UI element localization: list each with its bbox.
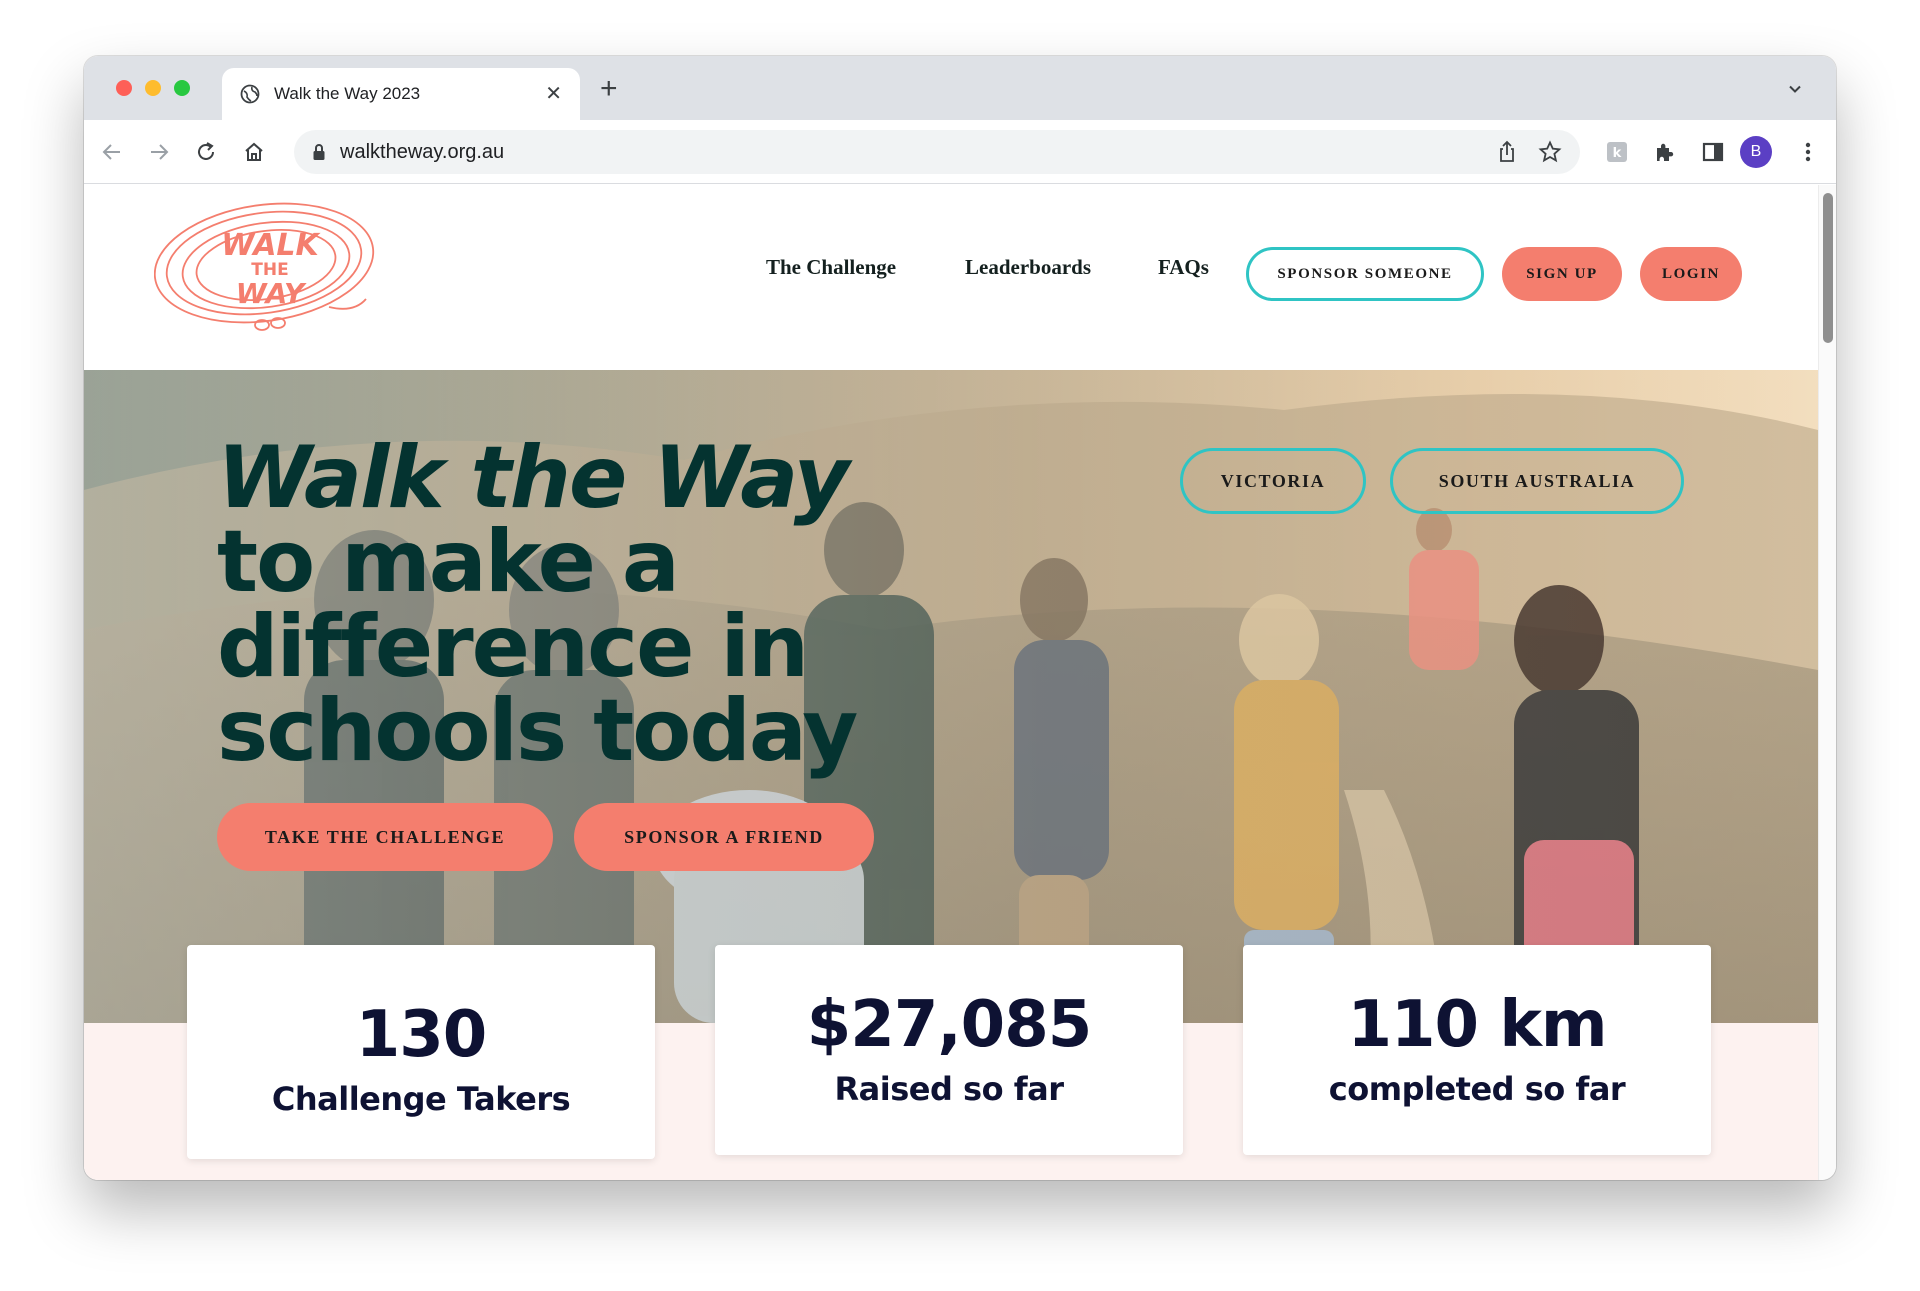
stat-value: 110 km <box>1347 988 1607 1062</box>
stat-value: $27,085 <box>806 988 1093 1062</box>
stat-card-challenge-takers: 130 Challenge Takers <box>187 945 655 1159</box>
site-header: WALK THE WAY The Challenge Leaderboards … <box>84 185 1818 370</box>
take-the-challenge-button[interactable]: TAKE THE CHALLENGE <box>217 803 553 871</box>
new-tab-button[interactable]: + <box>600 74 618 104</box>
bookmark-star-icon[interactable] <box>1538 140 1562 164</box>
close-window-button[interactable] <box>116 80 132 96</box>
browser-toolbar: walktheway.org.au k B <box>84 120 1836 184</box>
nav-the-challenge[interactable]: The Challenge <box>766 255 896 280</box>
side-panel-icon[interactable] <box>1701 140 1725 164</box>
stat-card-km-completed: 110 km completed so far <box>1243 945 1711 1155</box>
profile-avatar[interactable]: B <box>1740 136 1772 168</box>
headline-line-4: schools today <box>217 680 858 781</box>
sponsor-a-friend-button[interactable]: SPONSOR A FRIEND <box>574 803 874 871</box>
address-bar[interactable]: walktheway.org.au <box>294 130 1580 174</box>
scrollbar-thumb[interactable] <box>1823 193 1833 343</box>
stat-label: Raised so far <box>834 1070 1064 1108</box>
svg-text:k: k <box>1613 146 1622 161</box>
nav-leaderboards[interactable]: Leaderboards <box>965 255 1091 280</box>
minimize-window-button[interactable] <box>145 80 161 96</box>
browser-window: Walk the Way 2023 ✕ + walktheway.org.au <box>84 56 1836 1180</box>
headline-line-3: difference in <box>217 596 809 697</box>
stat-card-raised: $27,085 Raised so far <box>715 945 1183 1155</box>
tab-strip: Walk the Way 2023 ✕ + <box>84 56 1836 120</box>
headline-line-2: to make a <box>217 512 680 613</box>
share-icon[interactable] <box>1496 140 1518 164</box>
forward-icon[interactable] <box>147 140 171 164</box>
back-icon[interactable] <box>100 140 124 164</box>
south-australia-button[interactable]: SOUTH AUSTRALIA <box>1390 448 1684 514</box>
headline-line-1: Walk the Way <box>217 428 850 528</box>
kebab-menu-icon[interactable] <box>1796 140 1820 164</box>
tab-title: Walk the Way 2023 <box>274 84 421 103</box>
logo-word-way: WAY <box>236 277 307 310</box>
tab-search-chevron-icon[interactable] <box>1788 82 1802 96</box>
login-button[interactable]: LOGIN <box>1640 247 1742 301</box>
stat-value: 130 <box>355 998 488 1072</box>
puzzle-icon[interactable] <box>1653 140 1677 164</box>
nav-faqs[interactable]: FAQs <box>1158 255 1209 280</box>
sponsor-someone-button[interactable]: SPONSOR SOMEONE <box>1246 247 1484 301</box>
globe-icon <box>240 84 260 104</box>
extension-icon[interactable]: k <box>1605 140 1629 164</box>
logo-word-walk: WALK <box>221 228 321 263</box>
page-scrollbar[interactable] <box>1818 185 1836 1180</box>
hero-headline: Walk the Way to make a difference in sch… <box>217 428 937 781</box>
sign-up-button[interactable]: SIGN UP <box>1502 247 1622 301</box>
victoria-button[interactable]: VICTORIA <box>1180 448 1366 514</box>
lock-icon <box>312 143 326 161</box>
home-icon[interactable] <box>242 140 266 164</box>
web-page: WALK THE WAY The Challenge Leaderboards … <box>84 185 1818 1180</box>
walk-the-way-logo[interactable]: WALK THE WAY <box>153 195 384 345</box>
stat-label: completed so far <box>1328 1070 1626 1108</box>
hero-section: Walk the Way to make a difference in sch… <box>84 370 1818 1023</box>
browser-tab-active[interactable]: Walk the Way 2023 ✕ <box>222 68 580 120</box>
reload-icon[interactable] <box>194 140 218 164</box>
stat-label: Challenge Takers <box>271 1080 571 1118</box>
url-text: walktheway.org.au <box>340 140 505 163</box>
maximize-window-button[interactable] <box>174 80 190 96</box>
tab-close-icon[interactable]: ✕ <box>545 84 562 104</box>
